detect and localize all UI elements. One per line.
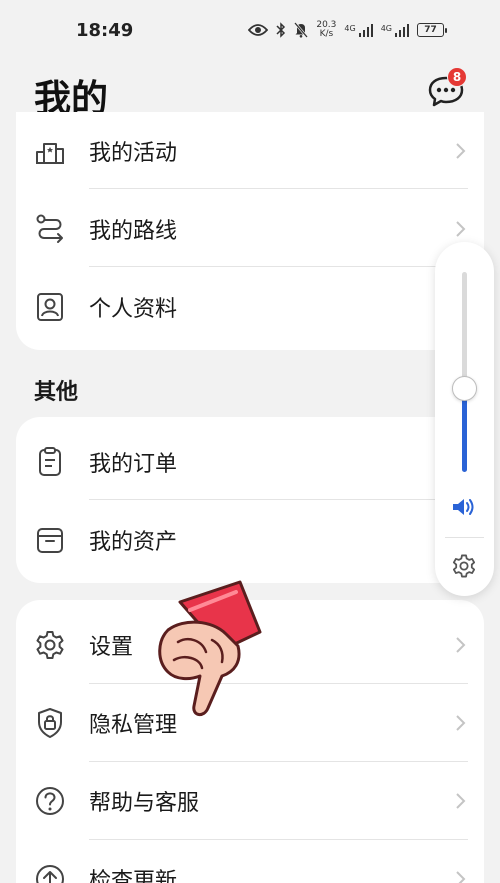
clock: 18:49 (76, 19, 134, 41)
list-item-my-assets[interactable]: 我的资产 (16, 501, 484, 579)
card-activities: 我的活动 我的路线 个人资料 (16, 112, 484, 350)
list-item-label: 我的资产 (89, 530, 178, 555)
volume-slider-thumb[interactable] (452, 376, 477, 401)
list-item-profile[interactable]: 个人资料 (16, 268, 484, 346)
list-item-my-activity[interactable]: 我的活动 (16, 112, 484, 190)
bluetooth-icon (276, 22, 286, 38)
signal-1-label: 4G (344, 23, 356, 33)
signal-2-label: 4G (380, 23, 392, 33)
list-item-label: 我的订单 (89, 452, 178, 477)
chevron-right-icon (456, 793, 466, 809)
divider (445, 537, 484, 538)
signal-2: 4G (380, 23, 409, 37)
list-item-label: 个人资料 (89, 297, 178, 322)
list-item-label: 检查更新 (89, 869, 178, 883)
list-item-label: 我的路线 (89, 219, 178, 244)
message-badge: 8 (447, 67, 467, 87)
speaker-icon[interactable] (451, 496, 477, 518)
box-icon (37, 528, 63, 553)
battery-level: 77 (424, 25, 437, 35)
signal-1: 4G (344, 23, 373, 37)
volume-panel (435, 242, 494, 596)
list-item-help[interactable]: 帮助与客服 (16, 762, 484, 840)
help-icon (36, 787, 64, 815)
upload-icon (36, 865, 64, 883)
chevron-right-icon (456, 871, 466, 883)
section-title-other: 其他 (34, 380, 79, 405)
list-item-check-update[interactable]: 检查更新 (16, 840, 484, 883)
eye-icon (248, 24, 269, 36)
list-item-my-route[interactable]: 我的路线 (16, 190, 484, 268)
card-other: 我的订单 我的资产 (16, 417, 484, 583)
divider (89, 266, 468, 267)
status-icons: 20.3 K/s 4G 4G 77 (248, 21, 447, 39)
divider (89, 188, 468, 189)
network-speed: 20.3 K/s (316, 21, 336, 39)
chevron-right-icon (456, 221, 466, 237)
chevron-right-icon (456, 143, 466, 159)
list-item-label: 帮助与客服 (89, 791, 200, 816)
volume-slider[interactable] (462, 272, 467, 472)
clipboard-icon (39, 447, 61, 476)
battery-indicator: 77 (417, 23, 447, 37)
route-icon (36, 214, 63, 243)
list-item-label: 设置 (89, 635, 134, 660)
profile-icon (37, 293, 63, 321)
podium-icon (36, 143, 64, 164)
chevron-right-icon (456, 637, 466, 653)
network-speed-unit: K/s (319, 29, 334, 39)
pointing-hand-icon (158, 580, 262, 716)
status-bar: 18:49 20.3 K/s 4G 4G 77 (0, 0, 500, 60)
list-item-label: 我的活动 (89, 141, 178, 166)
gear-icon (36, 631, 64, 659)
shield-lock-icon (38, 708, 62, 738)
divider (89, 499, 468, 500)
list-item-my-orders[interactable]: 我的订单 (16, 423, 484, 501)
mute-bell-icon (294, 22, 309, 38)
chevron-right-icon (456, 715, 466, 731)
gear-icon[interactable] (451, 553, 477, 579)
